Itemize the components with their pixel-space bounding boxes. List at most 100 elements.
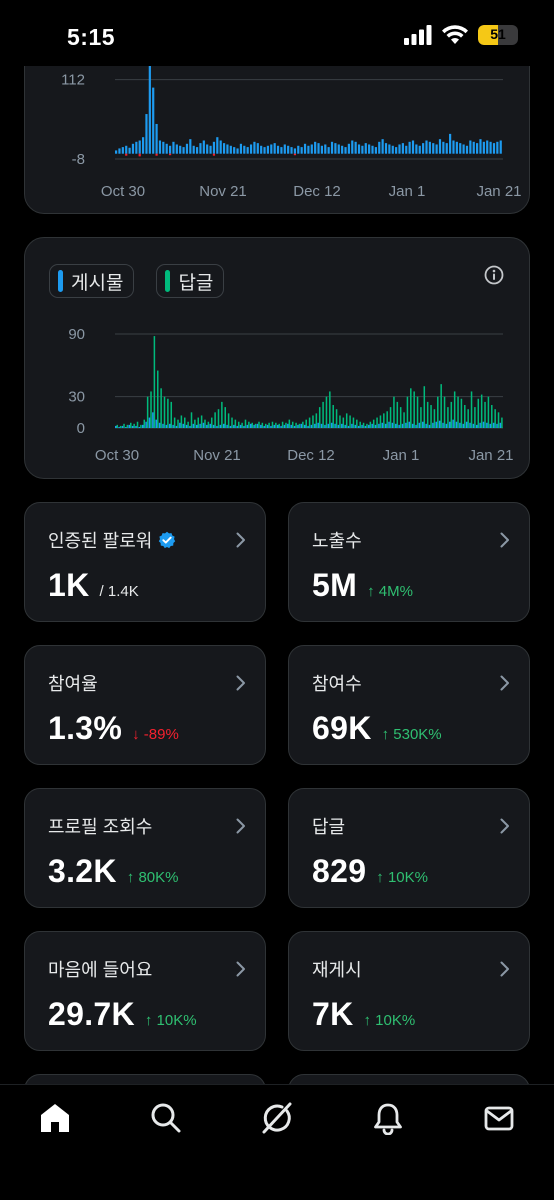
- stat-card[interactable]: 참여수 69K ↑ 530K%: [288, 645, 530, 765]
- bar-replies: [248, 421, 250, 428]
- stat-card[interactable]: 답글 829 ↑ 10K%: [288, 788, 530, 908]
- bar-posts: [219, 140, 222, 154]
- stat-card[interactable]: 참여율 1.3% ↓ -89%: [24, 645, 266, 765]
- bar-posts: [357, 144, 361, 154]
- bar-replies: [332, 405, 334, 428]
- bar-replies: [416, 396, 419, 428]
- grok-icon[interactable]: [260, 1101, 294, 1135]
- y-tick-label: -8: [72, 151, 85, 168]
- bar-replies: [399, 407, 402, 428]
- bar-posts: [442, 422, 444, 428]
- stat-card[interactable]: 노출수 5M ↑ 4M%: [288, 502, 530, 622]
- bar-replies: [234, 419, 237, 428]
- bar-posts: [449, 421, 451, 428]
- bar-posts: [115, 425, 117, 428]
- stat-value-row: 829 ↑ 10K%: [312, 853, 428, 890]
- bar-posts: [344, 424, 346, 428]
- bar-posts: [226, 144, 229, 154]
- stat-change: ↑ 10K%: [144, 1012, 197, 1029]
- stat-label-text: 마음에 들어요: [48, 960, 153, 980]
- bar-replies: [268, 422, 270, 428]
- bar-posts: [206, 144, 209, 154]
- stat-value-row: 29.7K ↑ 10K%: [48, 996, 197, 1033]
- bar-replies: [170, 401, 173, 428]
- chevron-right-icon: [500, 961, 509, 977]
- bar-posts: [354, 141, 357, 154]
- bar-posts: [388, 144, 391, 154]
- stat-card[interactable]: 프로필 조회수 3.2K ↑ 80K%: [24, 788, 266, 908]
- stat-label-text: 프로필 조회수: [48, 817, 153, 837]
- bar-posts: [158, 422, 161, 428]
- bar-posts: [131, 143, 135, 154]
- bar-replies: [420, 407, 422, 428]
- bar-posts: [303, 424, 306, 428]
- bar-replies: [393, 396, 395, 428]
- bar-posts: [131, 425, 134, 428]
- chevron-right-icon: [500, 675, 509, 691]
- bar-posts: [499, 140, 502, 154]
- bar-replies: [308, 417, 311, 428]
- bar-posts: [287, 423, 289, 428]
- stat-label-text: 참여수: [312, 674, 362, 694]
- bar-replies: [325, 396, 328, 428]
- stat-label: 프로필 조회수: [48, 813, 152, 839]
- search-icon[interactable]: [149, 1101, 183, 1135]
- bar-replies: [281, 421, 284, 428]
- stat-card[interactable]: 마음에 들어요 29.7K ↑ 10K%: [24, 931, 266, 1051]
- bar-replies: [130, 422, 132, 428]
- bar-replies: [413, 391, 415, 428]
- bar-posts: [388, 421, 390, 428]
- bar-replies: [183, 417, 186, 428]
- bar-replies: [447, 407, 449, 428]
- bar-posts: [469, 422, 471, 428]
- messages-icon[interactable]: [482, 1101, 516, 1135]
- bar-posts: [179, 145, 182, 154]
- bar-replies: [329, 391, 331, 428]
- bar-posts: [368, 424, 370, 428]
- bar-posts: [273, 424, 276, 428]
- stat-value-row: 5M ↑ 4M%: [312, 567, 413, 604]
- bar-replies: [123, 423, 125, 428]
- bar-posts: [320, 423, 323, 428]
- bar-posts: [357, 425, 360, 428]
- bar-replies: [136, 421, 139, 428]
- bar-posts: [374, 147, 377, 154]
- bar-replies: [167, 398, 169, 428]
- bar-negative: [155, 153, 158, 156]
- bar-posts: [145, 421, 147, 428]
- bar-replies: [383, 413, 385, 428]
- bar-posts: [145, 114, 148, 154]
- bar-posts: [199, 423, 201, 428]
- bar-posts: [293, 148, 297, 154]
- bar-replies: [278, 423, 280, 428]
- bar-replies: [342, 417, 345, 428]
- bar-posts: [141, 424, 144, 428]
- stat-card[interactable]: 재게시 7K ↑ 10K%: [288, 931, 530, 1051]
- chevron-right-icon: [500, 818, 509, 834]
- bar-posts: [418, 145, 421, 154]
- stat-value-row: 3.2K ↑ 80K%: [48, 853, 179, 890]
- bar-posts: [276, 424, 279, 428]
- status-time: 5:15: [67, 24, 116, 50]
- bar-posts: [344, 147, 347, 154]
- bar-posts: [189, 139, 192, 154]
- bar-posts: [263, 147, 266, 154]
- bar-replies: [386, 411, 388, 428]
- bar-posts: [297, 145, 300, 154]
- bar-replies: [440, 384, 442, 428]
- bar-posts: [182, 423, 184, 428]
- bar-posts: [462, 423, 465, 428]
- bar-posts: [496, 423, 498, 428]
- bar-replies: [410, 388, 412, 428]
- notifications-icon[interactable]: [371, 1101, 405, 1135]
- bar-posts: [115, 150, 118, 154]
- home-icon[interactable]: [38, 1101, 72, 1135]
- bar-posts: [445, 143, 448, 154]
- stat-card[interactable]: 인증된 팔로워 1K / 1.4K: [24, 502, 266, 622]
- bar-posts: [371, 145, 374, 154]
- stat-value-row: 1K / 1.4K: [48, 567, 139, 604]
- bar-posts: [391, 422, 394, 428]
- bar-replies: [119, 425, 122, 428]
- bar-posts: [347, 143, 350, 154]
- bar-posts: [364, 425, 367, 428]
